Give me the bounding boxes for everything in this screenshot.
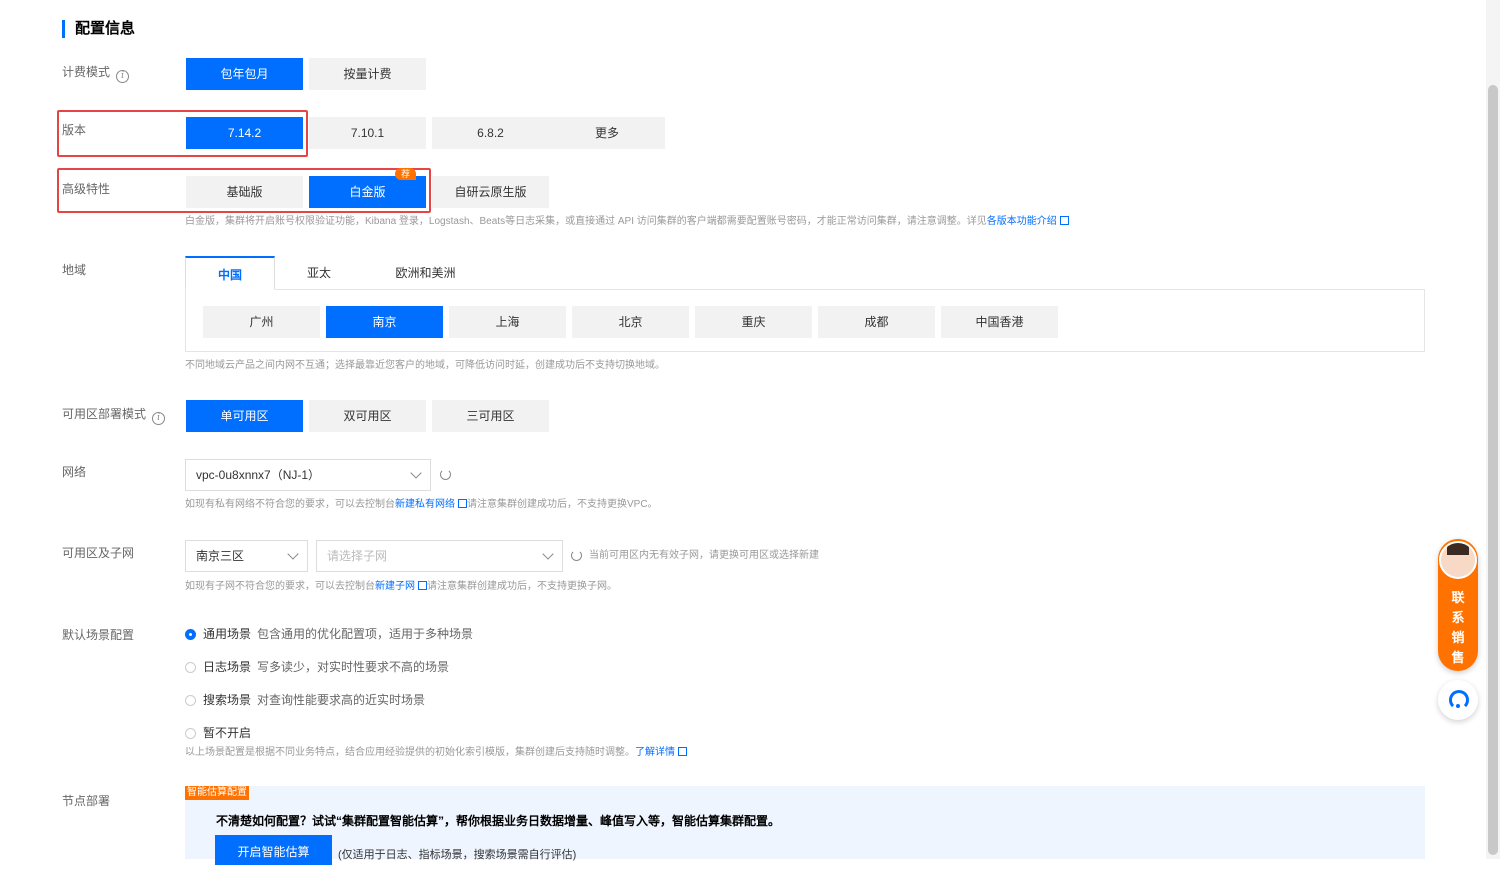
city-shanghai[interactable]: 上海 bbox=[449, 306, 566, 338]
subnet-label: 可用区及子网 bbox=[62, 546, 135, 560]
version-features-link[interactable]: 各版本功能介绍 bbox=[987, 216, 1057, 227]
subnet-select-placeholder: 请选择子网 bbox=[327, 549, 388, 563]
scene-option-general[interactable]: 通用场景 包含通用的优化配置项，适用于多种场景 bbox=[185, 626, 473, 642]
advanced-label: 高级特性 bbox=[62, 182, 111, 196]
contact-sales-char: 系 bbox=[1451, 610, 1465, 625]
scene-option-log[interactable]: 日志场景 写多读少，对实时性要求不高的场景 bbox=[185, 659, 449, 675]
advanced-option-platinum[interactable]: 白金版 bbox=[309, 176, 426, 208]
billing-option-prepaid[interactable]: 包年包月 bbox=[186, 58, 303, 90]
create-vpc-link[interactable]: 新建私有网络 bbox=[395, 499, 455, 510]
subnet-status: 当前可用区内无有效子网，请更换可用区或选择新建 bbox=[589, 550, 819, 561]
scene-option-desc: 写多读少，对实时性要求不高的场景 bbox=[257, 660, 450, 674]
version-option-7101[interactable]: 7.10.1 bbox=[309, 117, 426, 149]
subnet-hint-pre: 如现有子网不符合您的要求，可以去控制台 bbox=[185, 581, 375, 592]
subnet-hint-post: 请注意集群创建成功后，不支持更换子网。 bbox=[427, 581, 617, 592]
network-hint-pre: 如现有私有网络不符合您的要求，可以去控制台 bbox=[185, 499, 395, 510]
version-option-more[interactable]: 更多 bbox=[549, 117, 665, 149]
version-option-7142[interactable]: 7.14.2 bbox=[186, 117, 303, 149]
city-guangzhou[interactable]: 广州 bbox=[203, 306, 320, 338]
region-tab-apac[interactable]: 亚太 bbox=[275, 256, 363, 290]
city-chengdu[interactable]: 成都 bbox=[818, 306, 935, 338]
headset-icon[interactable] bbox=[1438, 680, 1478, 720]
contact-sales-char: 售 bbox=[1451, 650, 1465, 665]
az-option-single[interactable]: 单可用区 bbox=[186, 400, 303, 432]
advanced-hint-text: 白金版，集群将开启账号权限验证功能，Kibana 登录，Logstash、Bea… bbox=[185, 216, 987, 227]
scrollbar[interactable] bbox=[1486, 0, 1500, 859]
info-icon[interactable]: i bbox=[152, 412, 166, 425]
radio-checked-icon[interactable] bbox=[185, 629, 196, 640]
section-title: 配置信息 bbox=[62, 20, 135, 38]
az-mode-label: 可用区部署模式 i bbox=[62, 406, 166, 425]
scene-option-desc: 包含通用的优化配置项，适用于多种场景 bbox=[257, 627, 474, 641]
scene-label: 默认场景配置 bbox=[62, 628, 135, 642]
network-hint: 如现有私有网络不符合您的要求，可以去控制台新建私有网络 请注意集群创建成功后，不支… bbox=[185, 498, 658, 512]
contact-sales-button[interactable]: 联系销售 bbox=[1438, 539, 1478, 671]
estimate-promo: 不清楚如何配置？试试“集群配置智能估算”，帮你根据业务日数据增量、峰值写入等，智… bbox=[216, 814, 781, 828]
scene-option-name: 搜索场景 bbox=[203, 693, 252, 707]
city-nanjing[interactable]: 南京 bbox=[326, 306, 443, 338]
city-hongkong[interactable]: 中国香港 bbox=[941, 306, 1058, 338]
chevron-down-icon bbox=[287, 548, 299, 560]
scrollbar-thumb[interactable] bbox=[1488, 85, 1498, 855]
contact-sales-label: 联系销售 bbox=[1438, 588, 1478, 668]
chevron-down-icon bbox=[410, 467, 422, 479]
node-label: 节点部署 bbox=[62, 794, 111, 808]
vpc-select-value: vpc-0u8xnnx7（NJ-1） bbox=[196, 468, 321, 482]
scene-option-desc: 对查询性能要求高的近实时场景 bbox=[257, 693, 426, 707]
estimate-note: (仅适用于日志、指标场景，搜索场景需自行评估) bbox=[338, 849, 577, 861]
region-tab-europe-america[interactable]: 欧洲和美洲 bbox=[378, 256, 473, 290]
scene-hint: 以上场景配置是根据不同业务特点，结合应用经验提供的初始化索引模版，集群创建后支持… bbox=[185, 746, 687, 760]
scene-option-search[interactable]: 搜索场景 对查询性能要求高的近实时场景 bbox=[185, 692, 425, 708]
radio-unchecked-icon[interactable] bbox=[185, 695, 196, 706]
subnet-select[interactable]: 请选择子网 bbox=[316, 540, 563, 572]
external-link-icon bbox=[458, 499, 467, 508]
city-beijing[interactable]: 北京 bbox=[572, 306, 689, 338]
enable-estimate-button[interactable]: 开启智能估算 bbox=[215, 835, 332, 865]
radio-unchecked-icon[interactable] bbox=[185, 728, 196, 739]
scene-option-name: 暂不开启 bbox=[203, 726, 252, 740]
contact-sales-char: 联 bbox=[1451, 590, 1465, 605]
version-option-682[interactable]: 6.8.2 bbox=[432, 117, 549, 149]
advanced-option-cloud-native[interactable]: 自研云原生版 bbox=[432, 176, 549, 208]
estimate-badge: 智能估算配置 bbox=[185, 786, 249, 800]
scene-option-name: 通用场景 bbox=[203, 627, 252, 641]
city-chongqing[interactable]: 重庆 bbox=[695, 306, 812, 338]
radio-unchecked-icon[interactable] bbox=[185, 662, 196, 673]
chevron-down-icon bbox=[542, 548, 554, 560]
scene-option-name: 日志场景 bbox=[203, 660, 252, 674]
version-label: 版本 bbox=[62, 123, 87, 137]
external-link-icon bbox=[418, 581, 427, 590]
az-option-triple[interactable]: 三可用区 bbox=[432, 400, 549, 432]
advanced-option-basic[interactable]: 基础版 bbox=[186, 176, 303, 208]
zone-select[interactable]: 南京三区 bbox=[185, 540, 308, 572]
vpc-select[interactable]: vpc-0u8xnnx7（NJ-1） bbox=[185, 459, 431, 491]
avatar bbox=[1439, 541, 1477, 579]
refresh-icon[interactable] bbox=[440, 469, 451, 480]
advanced-hint: 白金版，集群将开启账号权限验证功能，Kibana 登录，Logstash、Bea… bbox=[185, 215, 1069, 229]
subnet-hint: 如现有子网不符合您的要求，可以去控制台新建子网 请注意集群创建成功后，不支持更换子… bbox=[185, 580, 617, 594]
create-subnet-link[interactable]: 新建子网 bbox=[375, 581, 415, 592]
billing-option-postpaid[interactable]: 按量计费 bbox=[309, 58, 426, 90]
contact-sales-char: 销 bbox=[1451, 630, 1465, 645]
billing-label: 计费模式 i bbox=[62, 64, 130, 83]
network-label: 网络 bbox=[62, 465, 87, 479]
zone-select-value: 南京三区 bbox=[196, 549, 245, 563]
external-link-icon bbox=[678, 747, 687, 756]
network-hint-post: 请注意集群创建成功后，不支持更换VPC。 bbox=[467, 499, 658, 510]
refresh-icon[interactable] bbox=[571, 550, 582, 561]
billing-label-text: 计费模式 bbox=[62, 65, 111, 79]
region-tab-china[interactable]: 中国 bbox=[185, 256, 275, 290]
az-mode-label-text: 可用区部署模式 bbox=[62, 407, 147, 421]
external-link-icon bbox=[1059, 216, 1069, 225]
info-icon[interactable]: i bbox=[116, 70, 130, 83]
scene-hint-text: 以上场景配置是根据不同业务特点，结合应用经验提供的初始化索引模版，集群创建后支持… bbox=[185, 747, 635, 758]
scene-option-off[interactable]: 暂不开启 bbox=[185, 725, 251, 741]
region-label: 地域 bbox=[62, 263, 87, 277]
recommend-badge: 荐 bbox=[395, 168, 417, 180]
region-hint: 不同地域云产品之间内网不互通；选择最靠近您客户的地域，可降低访问时延，创建成功后… bbox=[185, 360, 665, 371]
learn-more-link[interactable]: 了解详情 bbox=[635, 747, 675, 758]
az-option-double[interactable]: 双可用区 bbox=[309, 400, 426, 432]
